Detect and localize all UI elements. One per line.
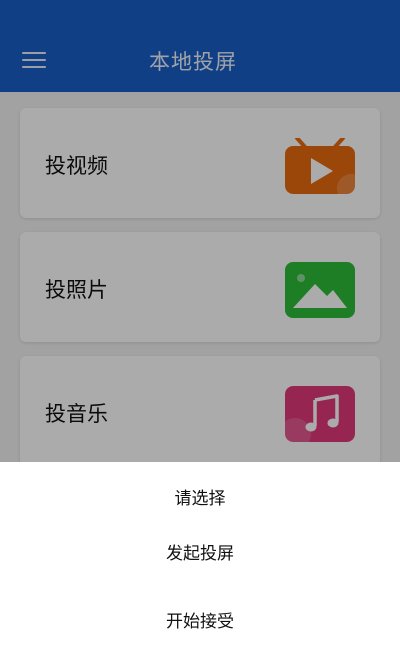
sheet-title: 请选择 xyxy=(174,489,226,509)
choice-sheet: 请选择 发起投屏 开始接受 xyxy=(0,462,400,650)
app-screen: 本地投屏 投视频 投照片 投音乐 请选择 发起投屏 开始接受 xyxy=(0,0,400,650)
start-casting-option[interactable]: 发起投屏 xyxy=(0,526,400,582)
start-receiving-option[interactable]: 开始接受 xyxy=(0,594,400,650)
